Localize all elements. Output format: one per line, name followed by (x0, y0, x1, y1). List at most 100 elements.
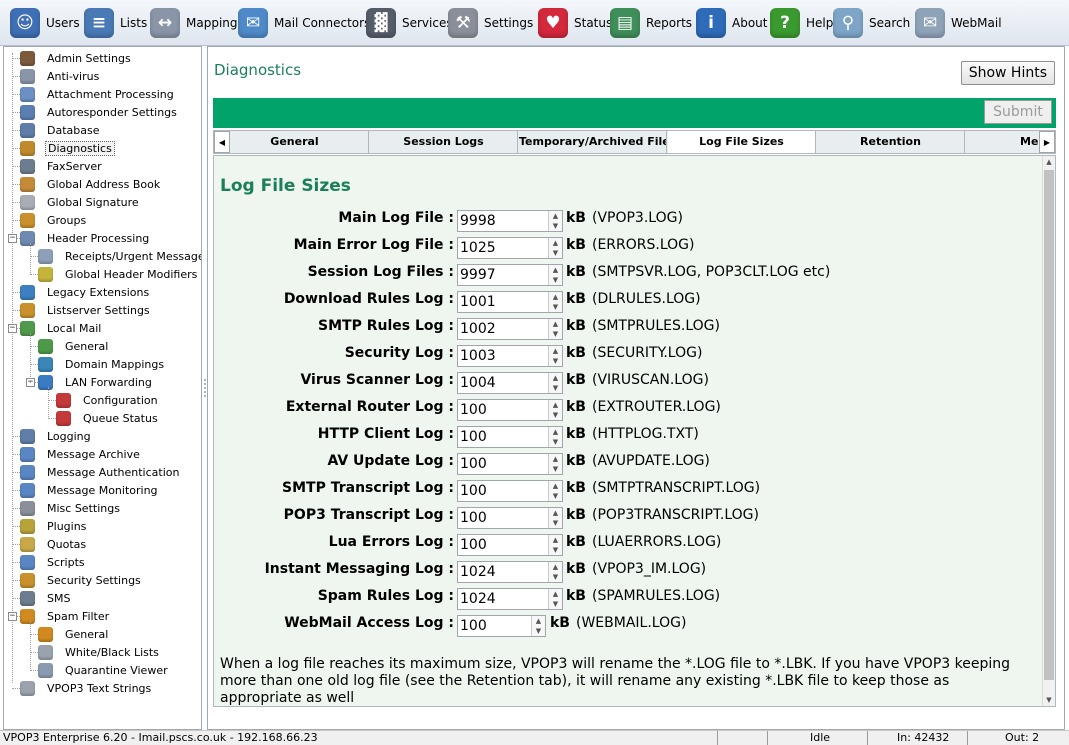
spinner-arrows-icon[interactable]: ▲ ▼ (548, 481, 562, 501)
log-size-spinner[interactable]: 100 ▲ ▼ (457, 399, 563, 421)
spinner-arrows-icon[interactable]: ▲ ▼ (548, 589, 562, 609)
log-size-value[interactable]: 100 (460, 456, 487, 472)
spinner-arrows-icon[interactable]: ▲ ▼ (548, 535, 562, 555)
log-size-spinner[interactable]: 100 ▲ ▼ (457, 480, 563, 502)
scroll-down-icon[interactable]: ▼ (1043, 694, 1055, 706)
tree-item-security-settings[interactable]: Security Settings (20, 571, 143, 589)
log-size-value[interactable]: 100 (460, 510, 487, 526)
tree-item-message-archive[interactable]: Message Archive (20, 445, 142, 463)
log-size-value[interactable]: 1025 (460, 240, 496, 256)
tree-item-scripts[interactable]: Scripts (20, 553, 87, 571)
spinner-arrows-icon[interactable]: ▲ ▼ (548, 400, 562, 420)
log-size-value[interactable]: 1002 (460, 321, 496, 337)
spinner-arrows-icon[interactable]: ▲ ▼ (548, 292, 562, 312)
toolbar-about-button[interactable]: i About (696, 6, 767, 40)
tab-log-file-sizes[interactable]: Log File Sizes (668, 131, 816, 153)
log-size-spinner[interactable]: 100 ▲ ▼ (457, 453, 563, 475)
tree-collapse-toggle[interactable]: − (8, 234, 17, 243)
spinner-arrows-icon[interactable]: ▲ ▼ (548, 373, 562, 393)
tab-retention[interactable]: Retention (817, 131, 965, 153)
log-size-spinner[interactable]: 1002 ▲ ▼ (457, 318, 563, 340)
log-size-spinner[interactable]: 100 ▲ ▼ (457, 534, 563, 556)
tree-item-message-authentication[interactable]: Message Authentication (20, 463, 181, 481)
log-size-value[interactable]: 1001 (460, 294, 496, 310)
log-size-value[interactable]: 9997 (460, 267, 496, 283)
tab-session-logs[interactable]: Session Logs (370, 131, 518, 153)
toolbar-settings-button[interactable]: ⚒ Settings (448, 6, 533, 40)
tree-item-header-processing[interactable]: Header Processing (20, 229, 151, 247)
submit-button[interactable]: Submit (984, 100, 1052, 124)
tab-general[interactable]: General (221, 131, 369, 153)
tree-item-anti-virus[interactable]: Anti-virus (20, 67, 101, 85)
tree-item-sms[interactable]: SMS (20, 589, 72, 607)
tree-collapse-toggle[interactable]: − (8, 612, 17, 621)
spinner-arrows-icon[interactable]: ▲ ▼ (548, 346, 562, 366)
tree-item-receipts-urgent-messages[interactable]: Receipts/Urgent Messages (38, 247, 201, 265)
tree-item-faxserver[interactable]: FaxServer (20, 157, 104, 175)
tree-item-plugins[interactable]: Plugins (20, 517, 88, 535)
tree-item-general[interactable]: General (38, 337, 110, 355)
tree-item-admin-settings[interactable]: Admin Settings (20, 49, 133, 67)
log-size-spinner[interactable]: 1003 ▲ ▼ (457, 345, 563, 367)
log-size-spinner[interactable]: 1025 ▲ ▼ (457, 237, 563, 259)
tree-item-message-monitoring[interactable]: Message Monitoring (20, 481, 160, 499)
toolbar-lists-button[interactable]: ≡ Lists (84, 6, 147, 40)
tree-item-attachment-processing[interactable]: Attachment Processing (20, 85, 176, 103)
tree-item-legacy-extensions[interactable]: Legacy Extensions (20, 283, 151, 301)
scroll-thumb[interactable] (1044, 170, 1054, 680)
tree-item-logging[interactable]: Logging (20, 427, 93, 445)
log-size-value[interactable]: 100 (460, 429, 487, 445)
spinner-arrows-icon[interactable]: ▲ ▼ (548, 508, 562, 528)
log-size-spinner[interactable]: 1024 ▲ ▼ (457, 588, 563, 610)
tree-item-misc-settings[interactable]: Misc Settings (20, 499, 122, 517)
toolbar-mappings-button[interactable]: ↔ Mappings (150, 6, 244, 40)
tree-item-autoresponder-settings[interactable]: Autoresponder Settings (20, 103, 179, 121)
tree-item-configuration[interactable]: Configuration (56, 391, 160, 409)
log-size-spinner[interactable]: 100 ▲ ▼ (457, 507, 563, 529)
toolbar-help-button[interactable]: ? Help (770, 6, 833, 40)
tab-temporary-archived-files[interactable]: Temporary/Archived Files (519, 131, 667, 153)
tree-item-global-address-book[interactable]: Global Address Book (20, 175, 162, 193)
tree-item-global-signature[interactable]: Global Signature (20, 193, 141, 211)
log-size-value[interactable]: 100 (460, 402, 487, 418)
toolbar-mail-connectors-button[interactable]: ✉ Mail Connectors (238, 6, 370, 40)
log-size-spinner[interactable]: 9997 ▲ ▼ (457, 264, 563, 286)
log-size-value[interactable]: 100 (460, 537, 487, 553)
tree-item-quarantine-viewer[interactable]: Quarantine Viewer (38, 661, 170, 679)
spinner-arrows-icon[interactable]: ▲ ▼ (548, 562, 562, 582)
tree-item-queue-status[interactable]: Queue Status (56, 409, 160, 427)
tree-item-white-black-lists[interactable]: White/Black Lists (38, 643, 161, 661)
tree-item-general[interactable]: General (38, 625, 110, 643)
log-size-value[interactable]: 1004 (460, 375, 496, 391)
log-size-spinner[interactable]: 100 ▲ ▼ (457, 426, 563, 448)
spinner-arrows-icon[interactable]: ▲ ▼ (548, 427, 562, 447)
vertical-scrollbar[interactable]: ▲ ▼ (1042, 156, 1055, 706)
log-size-value[interactable]: 1003 (460, 348, 496, 364)
tree-item-diagnostics[interactable]: Diagnostics (20, 139, 115, 157)
tree-item-groups[interactable]: Groups (20, 211, 88, 229)
spinner-arrows-icon[interactable]: ▲ ▼ (548, 319, 562, 339)
log-size-value[interactable]: 9998 (460, 213, 496, 229)
tree-item-quotas[interactable]: Quotas (20, 535, 88, 553)
log-size-spinner[interactable]: 100 ▲ ▼ (457, 615, 546, 637)
tree-collapse-toggle[interactable]: − (8, 324, 17, 333)
tree-item-database[interactable]: Database (20, 121, 102, 139)
tree-item-domain-mappings[interactable]: Domain Mappings (38, 355, 166, 373)
spinner-arrows-icon[interactable]: ▲ ▼ (548, 211, 562, 231)
log-size-spinner[interactable]: 9998 ▲ ▼ (457, 210, 563, 232)
log-size-spinner[interactable]: 1004 ▲ ▼ (457, 372, 563, 394)
spinner-arrows-icon[interactable]: ▲ ▼ (548, 265, 562, 285)
log-size-value[interactable]: 100 (460, 483, 487, 499)
toolbar-users-button[interactable]: ☺ Users (10, 6, 80, 40)
log-size-spinner[interactable]: 1024 ▲ ▼ (457, 561, 563, 583)
log-size-spinner[interactable]: 1001 ▲ ▼ (457, 291, 563, 313)
toolbar-status-button[interactable]: ♥ Status (538, 6, 612, 40)
log-size-value[interactable]: 1024 (460, 564, 496, 580)
toolbar-search-button[interactable]: ⚲ Search (833, 6, 910, 40)
show-hints-button[interactable]: Show Hints (960, 61, 1055, 85)
tree-item-spam-filter[interactable]: Spam Filter (20, 607, 111, 625)
tree-item-vpop3-text-strings[interactable]: VPOP3 Text Strings (20, 679, 153, 697)
tree-item-listserver-settings[interactable]: Listserver Settings (20, 301, 152, 319)
tab-scroll-right-icon[interactable]: ▶ (1039, 131, 1055, 153)
toolbar-services-button[interactable]: ▓ Services (366, 6, 453, 40)
